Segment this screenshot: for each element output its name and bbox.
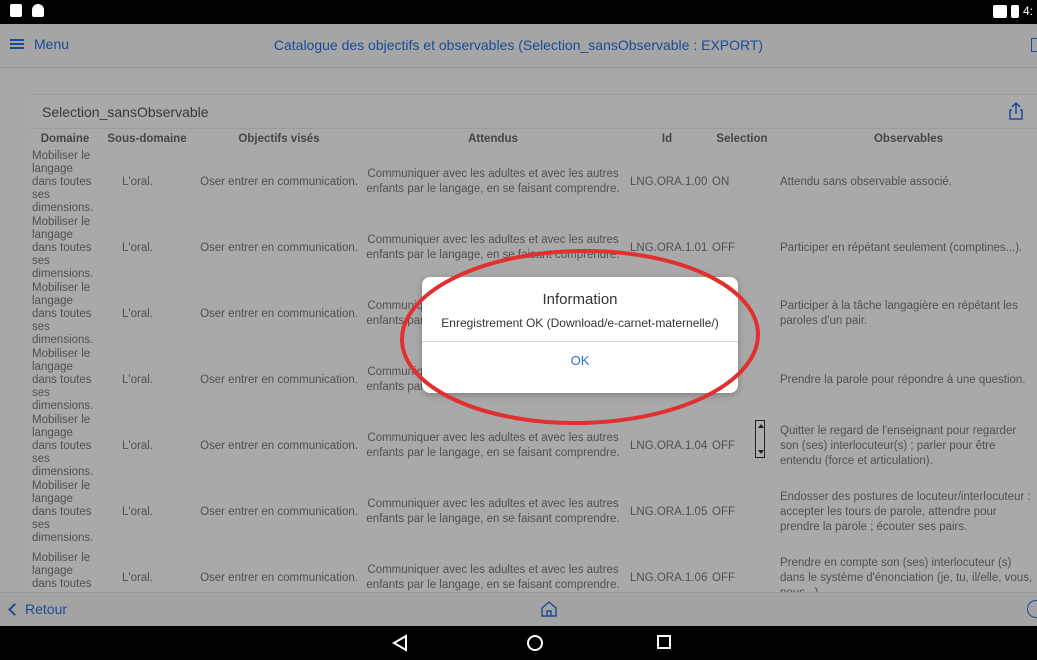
nav-home-icon[interactable] <box>527 635 543 651</box>
nav-recent-icon[interactable] <box>657 635 671 649</box>
dialog-title: Information <box>542 291 618 308</box>
battery-icon <box>1010 4 1019 18</box>
information-dialog: Information Enregistrement OK (Download/… <box>422 277 738 393</box>
dialog-message: Enregistrement OK (Download/e-carnet-mat… <box>441 316 719 330</box>
signal-icon <box>992 4 1007 18</box>
android-nav-bar <box>0 626 1037 660</box>
android-icon <box>32 4 44 17</box>
notification-icon <box>10 4 22 17</box>
ok-button[interactable]: OK <box>422 342 738 382</box>
clock: 4: <box>1022 4 1033 18</box>
status-bar: 4: <box>0 0 1037 24</box>
nav-back-icon[interactable] <box>392 634 408 652</box>
app-window: Menu Catalogue des objectifs et observab… <box>0 24 1037 626</box>
